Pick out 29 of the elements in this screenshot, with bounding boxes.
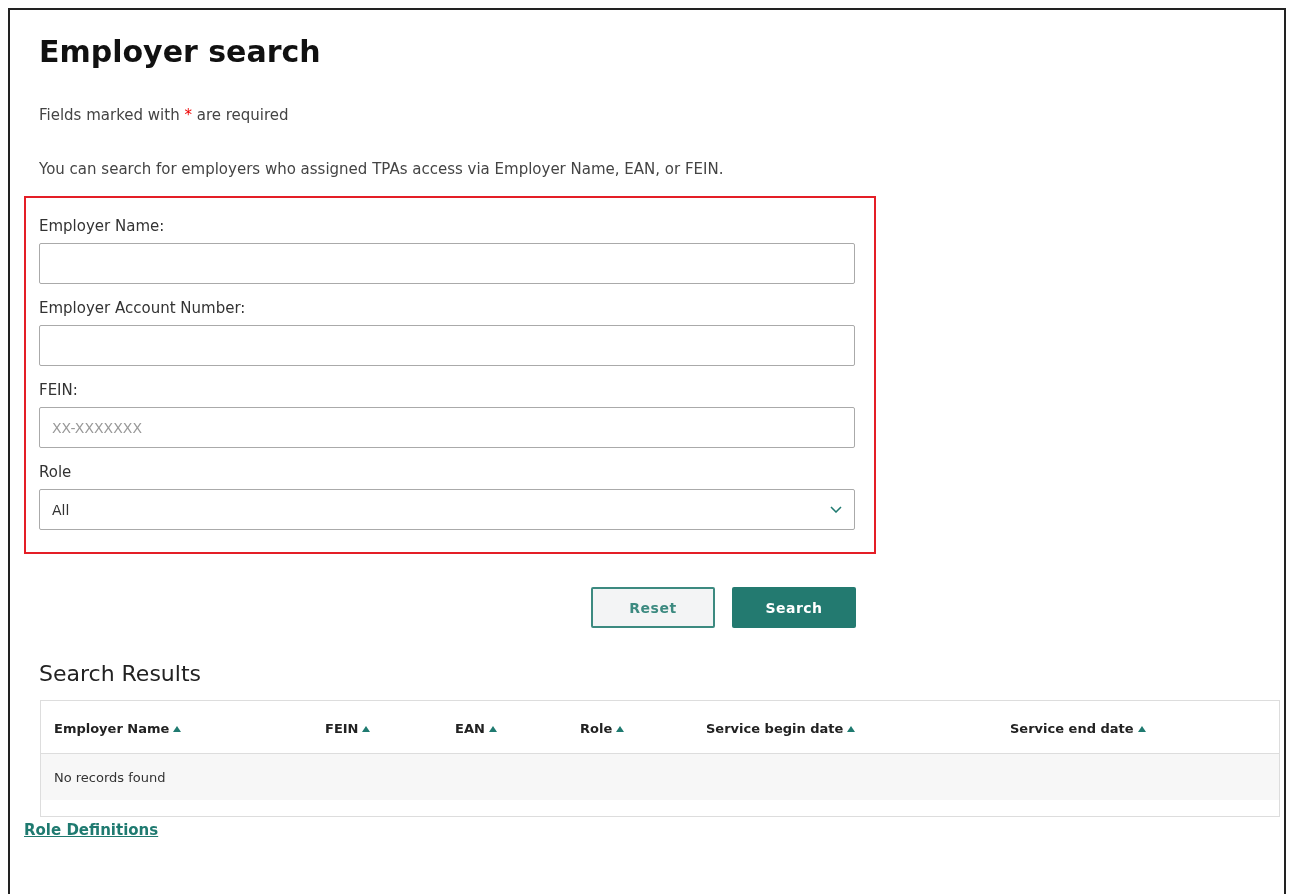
field-label: Employer Name: (39, 217, 165, 235)
sort-arrow-icon[interactable] (1137, 725, 1146, 732)
sort-arrow-icon[interactable] (616, 725, 625, 732)
chevron-down-icon (830, 506, 842, 513)
input-field[interactable] (39, 243, 855, 284)
column-header[interactable]: Service begin date (706, 720, 844, 736)
field-label: FEIN: (39, 381, 78, 399)
column-header[interactable]: EAN (455, 720, 485, 736)
column-header[interactable]: Employer Name (54, 720, 170, 736)
field-label: Employer Account Number: (39, 299, 246, 317)
reset-button[interactable]: Reset (591, 587, 715, 628)
column-header[interactable]: Role (580, 720, 613, 736)
role-dropdown[interactable]: All (39, 489, 855, 530)
sort-arrow-icon[interactable] (847, 725, 856, 732)
section-title: Search Results (39, 661, 201, 686)
empty-message: No records found (54, 769, 166, 785)
required-fields-note: Fields marked with * are required (39, 106, 289, 124)
sort-arrow-icon[interactable] (488, 725, 497, 732)
column-header[interactable]: FEIN (325, 720, 359, 736)
search-button[interactable]: Search (732, 587, 856, 628)
input-field[interactable] (39, 325, 855, 366)
intro-text: You can search for employers who assigned TPAs access via Employer Name, EAN, or FEIN. (39, 160, 724, 178)
role-definitions-link[interactable]: Role Definitions (24, 821, 159, 839)
sort-arrow-icon[interactable] (362, 725, 371, 732)
column-header[interactable]: Service end date (1010, 720, 1134, 736)
input-field[interactable]: XX-XXXXXXX (39, 407, 855, 448)
field-label: Role (39, 463, 72, 481)
sort-arrow-icon[interactable] (173, 725, 182, 732)
page-title: Employer search (39, 34, 321, 69)
